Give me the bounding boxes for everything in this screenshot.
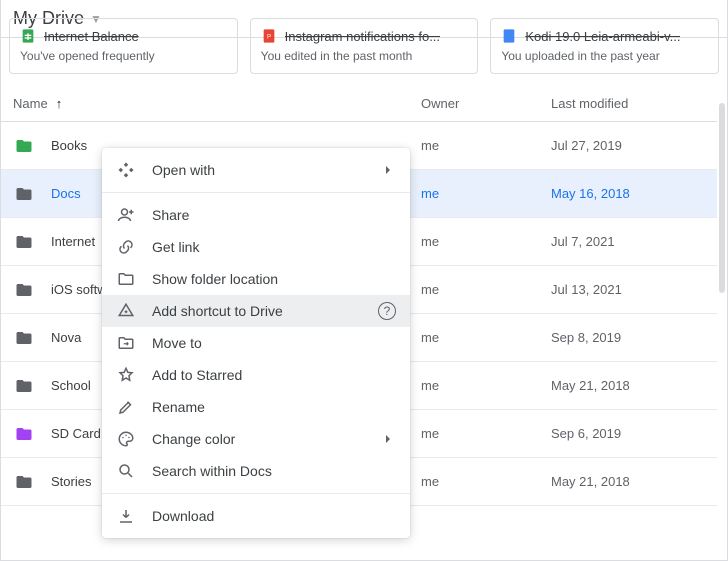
menu-share[interactable]: Share [102,199,410,231]
menu-separator [102,493,410,494]
cell-owner: me [421,138,551,153]
quick-card-sub: You've opened frequently [20,49,227,63]
quick-card-sub: You uploaded in the past year [501,49,708,63]
folder-icon [13,377,35,395]
cell-modified: May 21, 2018 [551,474,715,489]
menu-separator [102,192,410,193]
sort-ascending-icon: ↑ [56,96,63,111]
menu-rename[interactable]: Rename [102,391,410,423]
menu-search-within[interactable]: Search within Docs [102,455,410,487]
cell-owner: me [421,186,551,201]
menu-show-location[interactable]: Show folder location [102,263,410,295]
menu-move-to[interactable]: Move to [102,327,410,359]
folder-icon [13,185,35,203]
download-icon [116,506,136,526]
folder-icon [13,329,35,347]
cell-owner: me [421,474,551,489]
cell-owner: me [421,426,551,441]
svg-text:P: P [267,35,271,41]
person-add-icon [116,205,136,225]
file-name: Books [51,138,87,153]
quick-card-sub: You edited in the past month [261,49,468,63]
quick-access-row: Internet Balance You've opened frequentl… [1,18,727,86]
cell-modified: May 21, 2018 [551,378,715,393]
cell-modified: Jul 7, 2021 [551,234,715,249]
pencil-icon [116,397,136,417]
folder-icon [13,233,35,251]
menu-change-color[interactable]: Change color [102,423,410,455]
star-icon [116,365,136,385]
cell-modified: Sep 8, 2019 [551,330,715,345]
sheets-icon [20,28,36,44]
folder-icon [13,281,35,299]
file-name: Stories [51,474,91,489]
file-name: School [51,378,91,393]
column-header-row: Name ↑ Owner Last modified [1,86,727,122]
scrollbar-thumb[interactable] [719,103,725,293]
column-header-modified[interactable]: Last modified [551,96,715,111]
chevron-right-icon [380,431,396,447]
file-icon [501,28,517,44]
quick-card[interactable]: P Instagram notifications fo... You edit… [250,18,479,74]
move-to-icon [116,333,136,353]
quick-card[interactable]: Kodi 19.0 Leia-armeabi-v... You uploaded… [490,18,719,74]
cell-owner: me [421,234,551,249]
add-shortcut-icon [116,301,136,321]
open-with-icon [116,160,136,180]
context-menu: Open with Share Get link Show folder loc… [102,148,410,538]
help-icon[interactable]: ? [378,302,396,320]
scrollbar-track[interactable] [717,103,727,553]
cell-modified: May 16, 2018 [551,186,715,201]
cell-owner: me [421,282,551,297]
menu-add-starred[interactable]: Add to Starred [102,359,410,391]
quick-card-title: Instagram notifications fo... [285,29,440,44]
folder-icon [13,137,35,155]
file-name: Internet [51,234,95,249]
folder-icon [13,425,35,443]
cell-modified: Sep 6, 2019 [551,426,715,441]
link-icon [116,237,136,257]
folder-icon [13,473,35,491]
palette-icon [116,429,136,449]
menu-open-with[interactable]: Open with [102,154,410,186]
quick-card[interactable]: Internet Balance You've opened frequentl… [9,18,238,74]
cell-owner: me [421,330,551,345]
column-header-owner[interactable]: Owner [421,96,551,111]
quick-card-title: Kodi 19.0 Leia-armeabi-v... [525,29,680,44]
file-name: SD Card [51,426,101,441]
folder-outline-icon [116,269,136,289]
menu-download[interactable]: Download [102,500,410,532]
pdf-icon: P [261,28,277,44]
column-header-name[interactable]: Name ↑ [13,96,421,111]
quick-card-title: Internet Balance [44,29,139,44]
cell-modified: Jul 27, 2019 [551,138,715,153]
cell-owner: me [421,378,551,393]
cell-modified: Jul 13, 2021 [551,282,715,297]
menu-get-link[interactable]: Get link [102,231,410,263]
chevron-right-icon [380,162,396,178]
menu-add-shortcut[interactable]: Add shortcut to Drive ? [102,295,410,327]
file-name: Nova [51,330,81,345]
file-name: Docs [51,186,81,201]
search-icon [116,461,136,481]
